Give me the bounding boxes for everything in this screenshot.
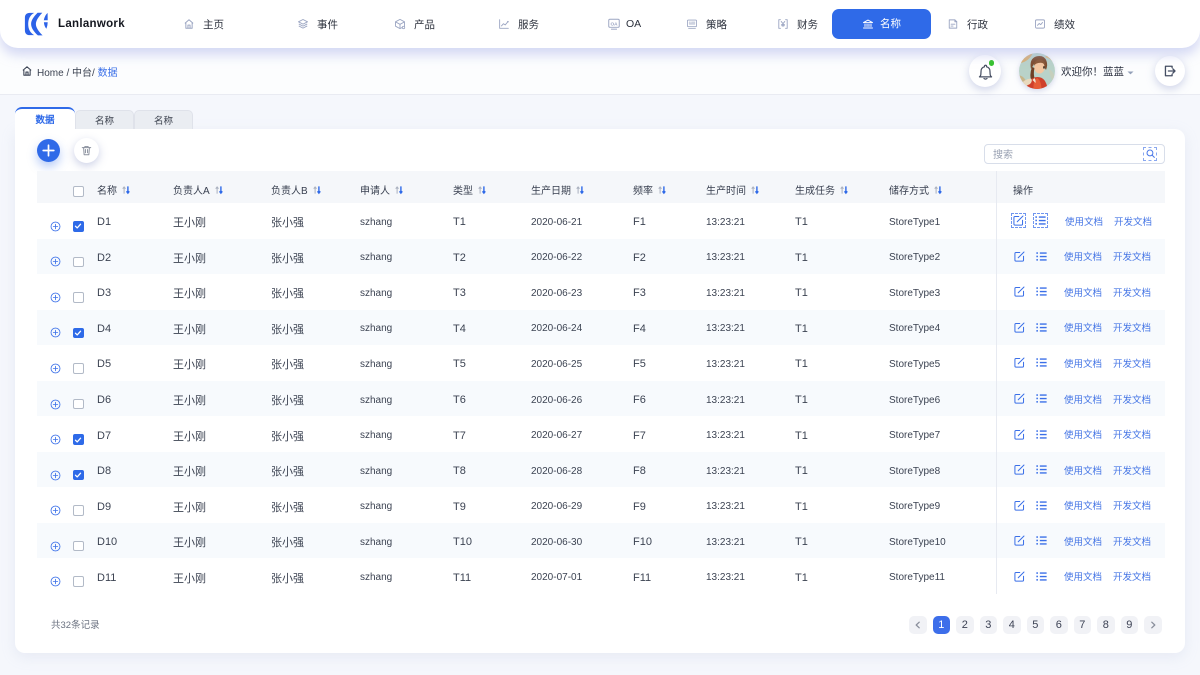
svg-text:OA: OA (610, 21, 618, 27)
